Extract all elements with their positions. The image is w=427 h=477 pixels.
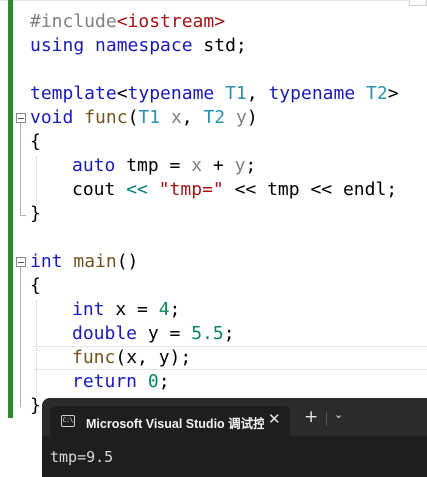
number-literal: 0 xyxy=(147,371,159,392)
code-text: ; xyxy=(158,371,170,392)
code-text: ( xyxy=(127,107,139,128)
editor-top-border xyxy=(0,0,427,1)
code-text: ; xyxy=(223,323,235,344)
close-icon[interactable]: ✕ xyxy=(268,410,281,428)
code-line-using[interactable]: using namespace std; xyxy=(30,34,247,58)
function-name: func xyxy=(72,347,116,368)
keyword: void xyxy=(30,107,74,128)
code-line-close-brace[interactable]: } xyxy=(30,202,41,226)
code-text: << tmp << endl; xyxy=(223,179,398,200)
code-line-cout[interactable]: cout << "tmp=" << tmp << endl; xyxy=(72,178,397,202)
code-text: cout xyxy=(72,179,127,200)
keyword: namespace xyxy=(95,35,193,56)
new-tab-button[interactable]: + xyxy=(304,407,318,427)
code-line-auto-tmp[interactable]: auto tmp = x + y; xyxy=(72,154,256,178)
code-line-int-x[interactable]: int x = 4; xyxy=(72,298,180,322)
code-text: + xyxy=(202,155,235,176)
code-text: ; xyxy=(169,299,181,320)
template-param: T1 xyxy=(138,107,161,128)
scrollbar-marker[interactable] xyxy=(409,0,427,6)
number-literal: 5.5 xyxy=(191,323,224,344)
parameter: y xyxy=(234,155,246,176)
code-line-return[interactable]: return 0; xyxy=(72,370,170,394)
parameter: x xyxy=(170,107,182,128)
collapse-main-icon[interactable] xyxy=(16,257,26,267)
code-text: x = xyxy=(104,299,159,320)
keyword: int xyxy=(30,251,63,272)
chevron-down-icon[interactable]: ⌄ xyxy=(334,408,343,421)
code-text: ) xyxy=(246,107,258,128)
debug-console-window[interactable]: C:\ Microsoft Visual Studio 调试控制台 ✕ + ⌄ … xyxy=(42,398,427,477)
code-line-open-brace[interactable]: { xyxy=(30,130,41,154)
code-text: , xyxy=(181,107,204,128)
keyword: int xyxy=(72,299,105,320)
code-line-main-signature[interactable]: int main() xyxy=(30,250,138,274)
collapse-func-icon[interactable] xyxy=(16,113,26,123)
console-icon: C:\ xyxy=(61,415,75,427)
keyword: template xyxy=(30,83,117,104)
keyword: double xyxy=(72,323,138,344)
outline-guide-func xyxy=(20,123,21,215)
terminal-tab-title: Microsoft Visual Studio 调试控制台 xyxy=(86,417,264,431)
keyword: return xyxy=(72,371,138,392)
header-name: <iostream> xyxy=(116,11,226,32)
console-output: tmp=9.5 xyxy=(50,448,114,466)
keyword: typename xyxy=(268,83,356,104)
operator: << xyxy=(126,179,148,200)
code-line-double-y[interactable]: double y = 5.5; xyxy=(72,322,235,346)
code-text: () xyxy=(116,251,139,272)
code-text: ; xyxy=(245,155,257,176)
terminal-tab[interactable]: C:\ Microsoft Visual Studio 调试控制台 ✕ xyxy=(50,406,290,436)
preprocessor-directive: #include xyxy=(30,11,117,32)
indent-guide-func xyxy=(36,157,37,205)
code-line-func-signature[interactable]: void func(T1 x, T2 y) xyxy=(30,106,258,130)
code-line-close-brace[interactable]: } xyxy=(30,394,41,418)
template-param: T2 xyxy=(366,83,388,104)
keyword: auto xyxy=(72,155,116,176)
number-literal: 4 xyxy=(158,299,170,320)
code-line-func-call[interactable]: func(x, y); xyxy=(72,346,191,370)
code-text: std; xyxy=(192,35,247,56)
code-text: y = xyxy=(137,323,192,344)
keyword: using xyxy=(30,35,85,56)
code-text: < xyxy=(116,83,128,104)
outline-guide-main xyxy=(20,267,21,407)
code-line-template[interactable]: template<typename T1, typename T2> xyxy=(30,82,399,106)
outline-guide-func-end xyxy=(20,215,26,216)
template-param: T1 xyxy=(225,83,247,104)
code-line-open-brace[interactable]: { xyxy=(30,274,41,298)
keyword: typename xyxy=(127,83,215,104)
function-name: func xyxy=(84,107,128,128)
parameter: x xyxy=(191,155,203,176)
code-text: tmp = xyxy=(115,155,192,176)
change-indicator-bar xyxy=(8,0,13,418)
code-line-include[interactable]: #include<iostream> xyxy=(30,10,225,34)
string-literal: "tmp=" xyxy=(158,179,224,200)
code-text: > xyxy=(387,83,399,104)
code-text: (x, y); xyxy=(115,347,192,368)
template-param: T2 xyxy=(203,107,226,128)
terminal-tab-bar: C:\ Microsoft Visual Studio 调试控制台 ✕ + ⌄ xyxy=(42,398,427,436)
tab-bar-divider xyxy=(326,412,327,426)
function-name: main xyxy=(73,251,117,272)
code-text: , xyxy=(246,83,269,104)
parameter: y xyxy=(236,107,247,128)
